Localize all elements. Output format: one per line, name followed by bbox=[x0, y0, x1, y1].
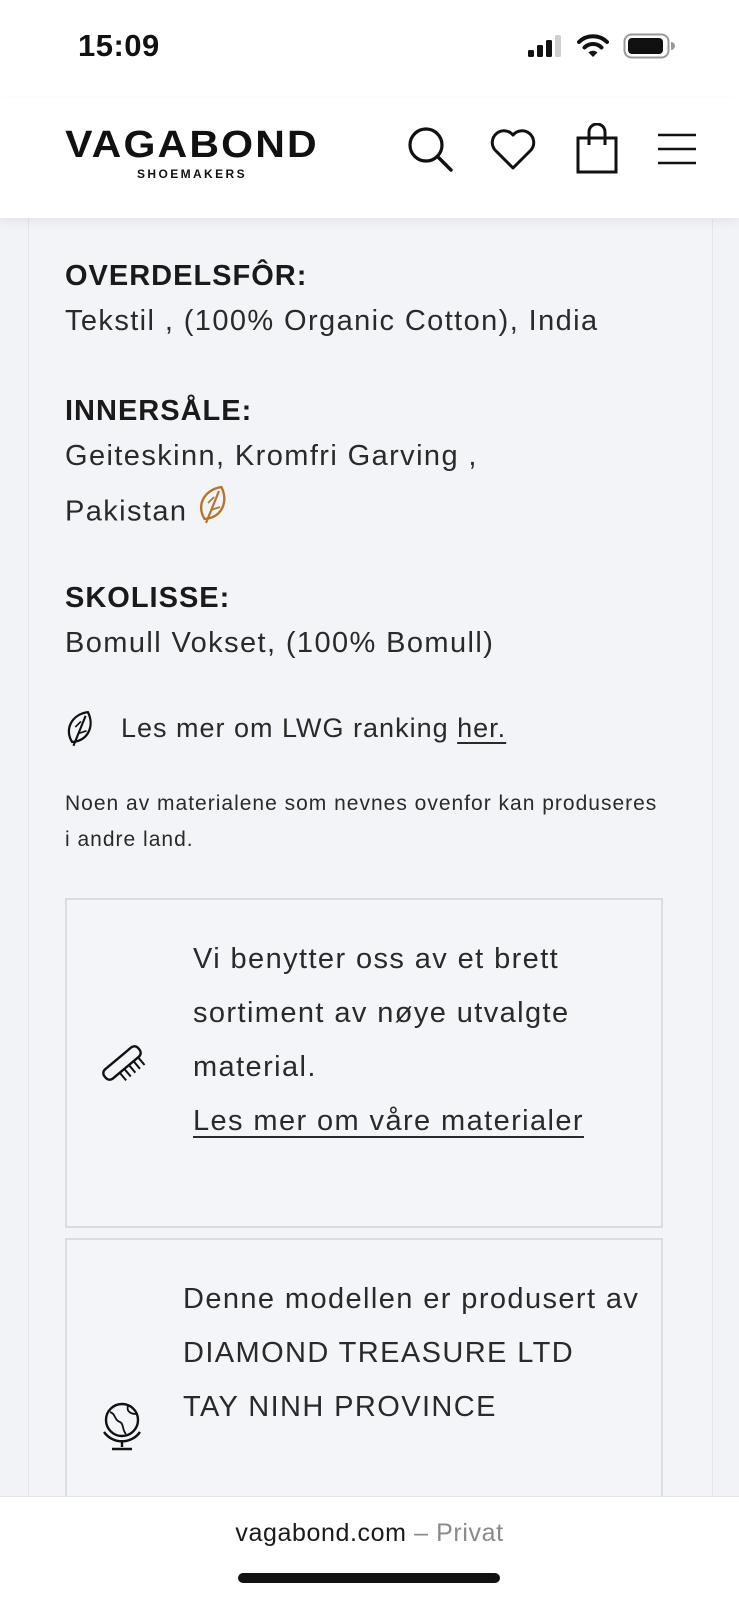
spec-value: Geiteskinn, Kromfri Garving , Pakistan bbox=[65, 440, 478, 528]
status-icons bbox=[527, 33, 675, 59]
home-indicator[interactable] bbox=[238, 1573, 500, 1583]
menu-icon[interactable] bbox=[652, 124, 702, 174]
materials-card: Vi benytter oss av et brett sortiment av… bbox=[65, 898, 663, 1228]
spec-label: INNERSÅLE: bbox=[65, 395, 253, 427]
spec-value: Bomull Vokset, (100% Bomull) bbox=[65, 627, 495, 659]
spec-value: Tekstil , (100% Organic Cotton), India bbox=[65, 305, 599, 337]
product-details-panel: OVERDELSFÔR: Tekstil , (100% Organic Cot… bbox=[28, 218, 713, 1582]
heart-icon[interactable] bbox=[488, 124, 538, 174]
logo-sub: SHOEMAKERS bbox=[136, 167, 247, 181]
materials-origin-note: Noen av materialene som nevnes ovenfor k… bbox=[65, 792, 658, 851]
site-header: VAGABOND SHOEMAKERS bbox=[0, 98, 739, 218]
status-time: 15:09 bbox=[78, 28, 160, 63]
url-text[interactable]: vagabond.com – Privat bbox=[0, 1519, 739, 1548]
status-bar: 15:09 bbox=[0, 0, 739, 98]
signal-icon bbox=[528, 35, 561, 57]
battery-icon bbox=[623, 33, 675, 59]
spec-insole: INNERSÅLE: Geiteskinn, Kromfri Garving ,… bbox=[65, 393, 565, 543]
spec-laces: SKOLISSE: Bomull Vokset, (100% Bomull) bbox=[65, 580, 675, 670]
private-label: – Privat bbox=[406, 1519, 504, 1547]
materials-link[interactable]: Les mer om våre materialer bbox=[193, 1105, 584, 1137]
url-domain: vagabond.com bbox=[235, 1519, 407, 1547]
search-icon[interactable] bbox=[405, 124, 455, 174]
leaf-icon bbox=[65, 708, 95, 748]
producer-company: DIAMOND TREASURE LTD bbox=[183, 1337, 575, 1369]
wifi-icon bbox=[577, 34, 609, 57]
lwg-link[interactable]: her. bbox=[457, 713, 506, 744]
bag-icon[interactable] bbox=[572, 123, 622, 174]
lwg-text: Les mer om LWG ranking bbox=[121, 712, 449, 743]
browser-url-bar[interactable]: vagabond.com – Privat bbox=[0, 1496, 739, 1601]
logo-main: VAGABOND bbox=[65, 124, 319, 166]
spec-lining: OVERDELSFÔR: Tekstil , (100% Organic Cot… bbox=[65, 258, 675, 348]
producer-intro: Denne modellen er produsert av bbox=[183, 1283, 640, 1315]
leaf-icon bbox=[197, 483, 229, 543]
lwg-row: Les mer om LWG ranking her. bbox=[65, 708, 506, 748]
brush-icon bbox=[93, 1034, 151, 1092]
spec-label: SKOLISSE: bbox=[65, 582, 231, 614]
producer-location: TAY NINH PROVINCE bbox=[183, 1391, 497, 1423]
vagabond-logo[interactable]: VAGABOND SHOEMAKERS bbox=[36, 125, 348, 181]
materials-text: Vi benytter oss av et brett sortiment av… bbox=[193, 943, 570, 1083]
spec-label: OVERDELSFÔR: bbox=[65, 260, 308, 292]
globe-icon bbox=[93, 1396, 151, 1454]
